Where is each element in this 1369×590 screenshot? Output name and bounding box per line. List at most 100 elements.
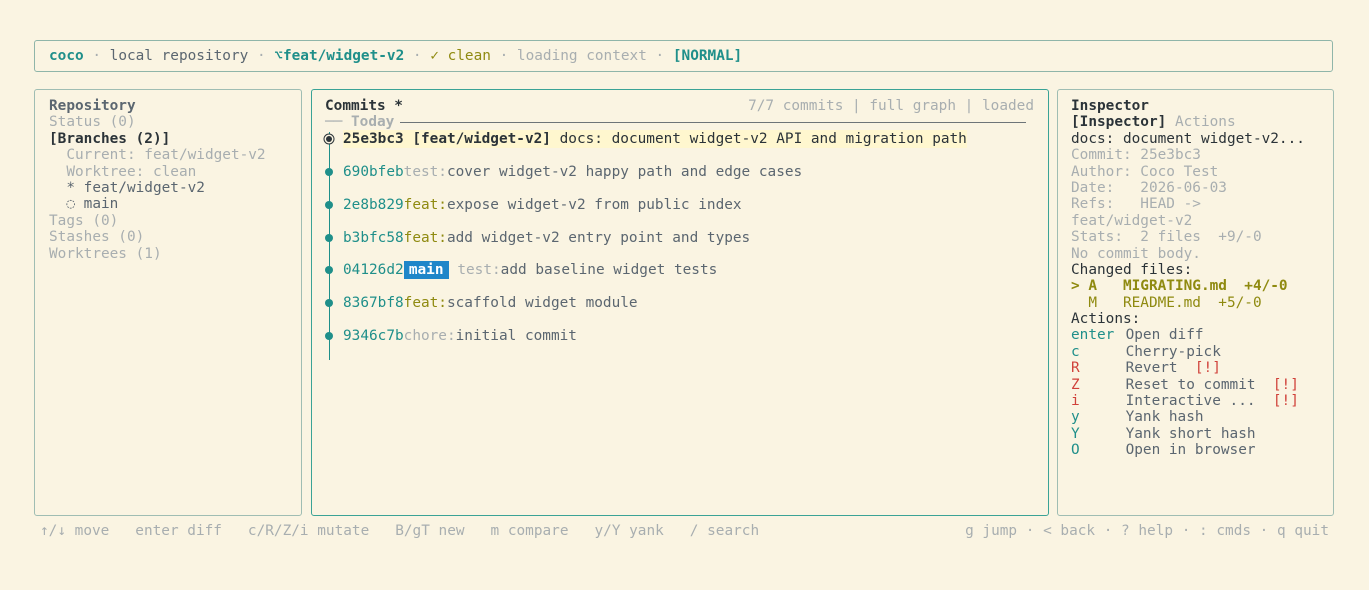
action-revert[interactable]: R Revert [!] <box>1071 360 1323 376</box>
commit-date-field: Date: 2026-06-03 <box>1071 179 1227 196</box>
commits-panel: Commits * 7/7 commits | full graph | loa… <box>311 89 1049 516</box>
commit-hash: 690bfeb <box>343 164 404 180</box>
commit-hash: 25e3bc3 <box>343 131 404 147</box>
branch-name: main <box>83 196 119 213</box>
action-open-browser[interactable]: O Open in browser <box>1071 442 1323 458</box>
commit-row[interactable]: 04126d2 main test: add baseline widget te… <box>325 261 717 279</box>
commit-type: feat: <box>403 295 447 311</box>
sidebar-item-tags[interactable]: Tags (0) <box>49 213 266 229</box>
warning-badge: [!] <box>1272 393 1299 410</box>
action-key: O <box>1071 442 1080 459</box>
action-yank-hash[interactable]: y Yank hash <box>1071 409 1323 425</box>
status-bar: coco · local repository · ⌥ feat/widget-v… <box>34 40 1333 72</box>
action-label: Open in browser <box>1125 442 1256 459</box>
inspector-panel: Inspector [Inspector] Actions docs: docu… <box>1057 89 1334 516</box>
commit-row[interactable]: 9346c7b chore: initial commit <box>325 327 577 345</box>
check-icon: ✓ <box>430 48 439 64</box>
branch-badge[interactable]: main <box>403 261 449 279</box>
commit-hash: 8367bf8 <box>343 295 404 311</box>
commit-subject: cover widget-v2 happy path and edge case… <box>446 164 803 180</box>
branch-item[interactable]: * feat/widget-v2 <box>49 180 266 196</box>
commit-refs-continued: feat/widget-v2 <box>1071 212 1193 229</box>
commit-stats-field: Stats: 2 files +9/-0 <box>1071 229 1262 246</box>
commit-row[interactable]: 2e8b829 feat: expose widget-v2 from publ… <box>325 196 742 214</box>
branch-marker-icon: ◌ <box>49 196 84 213</box>
action-label: Open diff <box>1125 327 1204 344</box>
tab-actions[interactable]: Actions <box>1175 114 1236 130</box>
commit-dot-icon <box>325 168 333 176</box>
action-interactive[interactable]: i Interactive ... [!] <box>1071 393 1323 409</box>
separator: · <box>83 48 110 64</box>
worktree-info: Worktree: clean <box>49 163 197 180</box>
clean-status: clean <box>447 48 491 64</box>
action-key: Z <box>1071 376 1080 393</box>
current-branch-marker: * <box>49 179 84 196</box>
head-commit-dot-icon <box>326 136 332 142</box>
date-group-label: ── Today <box>325 114 401 131</box>
action-label: Cherry-pick <box>1125 343 1221 360</box>
commit-row[interactable]: 690bfeb test: cover widget-v2 happy path… <box>325 163 802 181</box>
sidebar-item-branches[interactable]: [Branches (2)] <box>49 131 266 147</box>
commit-ref: [feat/widget-v2] <box>412 131 551 147</box>
commit-row[interactable]: 8367bf8 feat: scaffold widget module <box>325 294 638 312</box>
action-key: i <box>1071 393 1080 410</box>
separator: · <box>404 48 431 64</box>
commit-dot-icon <box>325 266 333 274</box>
sidebar-item-status[interactable]: Status (0) <box>49 114 266 130</box>
commit-row[interactable]: 25e3bc3 [feat/widget-v2] docs: document … <box>325 130 967 148</box>
commit-type: docs: <box>559 131 603 147</box>
commits-meta: 7/7 commits | full graph | loaded <box>748 98 1034 114</box>
date-group-header: ── Today <box>325 114 1026 131</box>
commit-hash-field: Commit: 25e3bc3 <box>1071 147 1201 164</box>
commit-type: chore: <box>403 328 456 344</box>
commit-dot-icon <box>325 332 333 340</box>
action-reset[interactable]: Z Reset to commit [!] <box>1071 377 1323 393</box>
action-cherry-pick[interactable]: c Cherry-pick <box>1071 344 1323 360</box>
changed-files-title: Changed files: <box>1071 261 1193 278</box>
action-label: Yank short hash <box>1125 425 1256 442</box>
commit-hash: 9346c7b <box>343 328 404 344</box>
commit-subject: initial commit <box>455 328 577 344</box>
sidebar-item-stashes[interactable]: Stashes (0) <box>49 229 266 245</box>
context-status: loading context <box>516 48 647 64</box>
sidebar-item-worktrees[interactable]: Worktrees (1) <box>49 246 266 262</box>
action-label: Revert <box>1125 360 1178 377</box>
separator: · <box>646 48 673 64</box>
action-key: enter <box>1071 327 1115 344</box>
commit-subject: add widget-v2 entry point and types <box>446 230 751 246</box>
commit-subject: document widget-v2 API and migration pat… <box>611 131 967 147</box>
action-label: Yank hash <box>1125 409 1204 426</box>
app-name: coco <box>49 48 84 64</box>
mode-indicator: [NORMAL] <box>672 48 743 64</box>
tab-inspector[interactable]: [Inspector] <box>1071 114 1166 130</box>
panel-title: Inspector <box>1071 98 1149 114</box>
repository-panel: Repository Status (0) [Branches (2)] Cur… <box>34 89 302 516</box>
commit-type: test: <box>403 164 447 180</box>
commit-row[interactable]: b3bfc58 feat: add widget-v2 entry point … <box>325 229 750 247</box>
commit-body: No commit body. <box>1071 245 1201 262</box>
separator: · <box>490 48 517 64</box>
repo-label: local repository <box>109 48 249 64</box>
global-keybinding-hints: g jump · < back · ? help · : cmds · q qu… <box>965 523 1329 539</box>
commit-subject: expose widget-v2 from public index <box>446 197 742 213</box>
commit-subject: scaffold widget module <box>446 295 638 311</box>
action-open-diff[interactable]: enter Open diff <box>1071 327 1323 343</box>
actions-title: Actions: <box>1071 311 1141 328</box>
action-yank-short-hash[interactable]: Y Yank short hash <box>1071 426 1323 442</box>
commit-hash: 2e8b829 <box>343 197 404 213</box>
panel-title: Repository <box>49 98 136 114</box>
commit-type: feat: <box>403 197 447 213</box>
keybinding-hints: ↑/↓ move enter diff c/R/Z/i mutate B/gT … <box>40 523 760 539</box>
commit-author-field: Author: Coco Test <box>1071 163 1219 180</box>
commit-dot-icon <box>325 201 333 209</box>
panel-title: Commits * <box>325 98 403 114</box>
separator: · <box>248 48 275 64</box>
changed-file-item[interactable]: > A MIGRATING.md +4/-0 <box>1071 278 1323 294</box>
action-key: c <box>1071 343 1080 360</box>
commit-refs-field: Refs: HEAD -> <box>1071 196 1201 213</box>
action-label: Interactive ... <box>1125 393 1256 410</box>
current-branch[interactable]: feat/widget-v2 <box>283 48 404 64</box>
branch-item[interactable]: ◌ main <box>49 196 266 212</box>
commit-dot-icon <box>325 234 333 242</box>
changed-file-item[interactable]: M README.md +5/-0 <box>1071 295 1323 311</box>
